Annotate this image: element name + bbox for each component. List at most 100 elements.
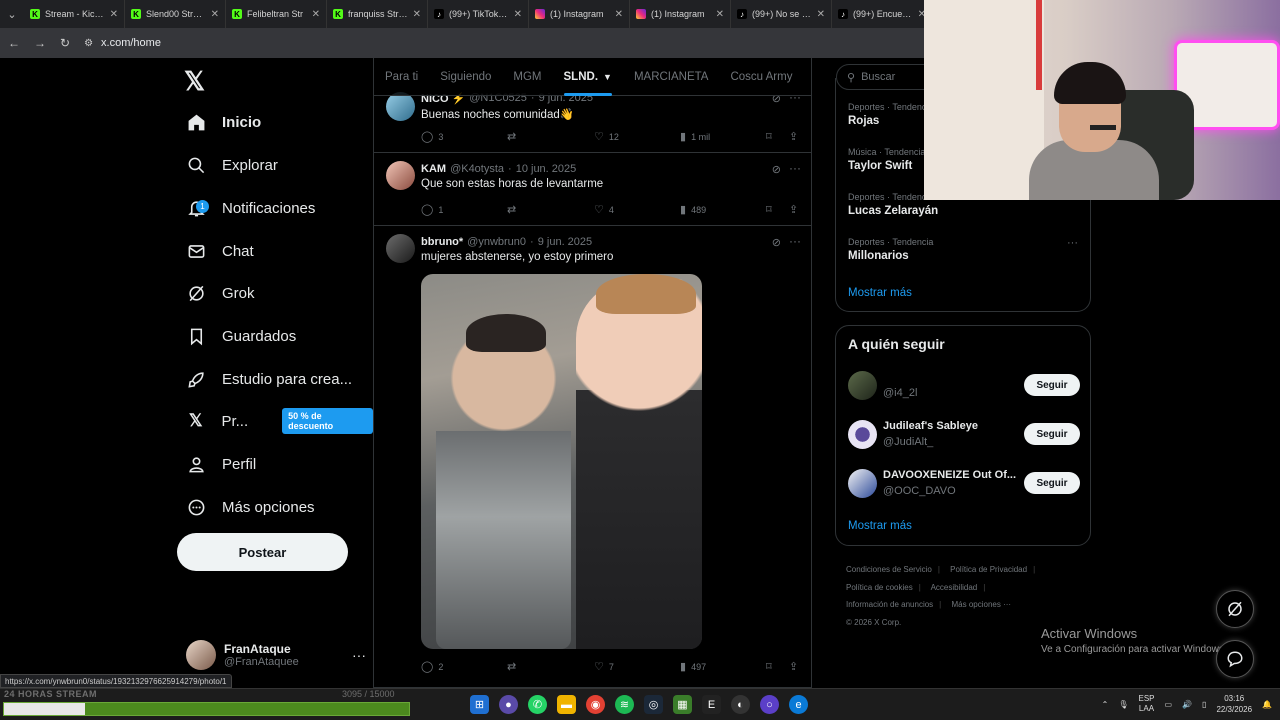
follow-suggestion[interactable]: Judileaf's Sableye @JudiAlt_ Seguir [848, 418, 1080, 452]
tab-mgm[interactable]: MGM [502, 58, 552, 96]
tab-para-ti[interactable]: Para ti [374, 58, 429, 96]
post-photo[interactable] [421, 274, 702, 649]
notification-bell-icon[interactable]: 🔔 [1262, 700, 1272, 709]
file-explorer-icon[interactable]: ▬ [557, 695, 576, 714]
share-button[interactable]: ⇪ [789, 203, 798, 216]
reply-button[interactable]: ◯ 2 [421, 660, 443, 673]
close-icon[interactable]: ✕ [615, 9, 623, 20]
site-info-icon[interactable]: ⚙ [84, 38, 93, 49]
reload-icon[interactable]: ↻ [60, 36, 70, 50]
close-icon[interactable]: ✕ [716, 9, 724, 20]
views-button[interactable]: ▮ 489 [680, 203, 706, 216]
clock[interactable]: 03:16 22/3/2026 [1216, 693, 1252, 715]
tab-coscu-army[interactable]: Coscu Army [719, 58, 803, 96]
account-switcher[interactable]: FranAtaque @FranAtaquee ··· [186, 638, 366, 672]
footer-link[interactable]: Más opciones ··· [951, 600, 1011, 609]
browser-tab[interactable]: ♪ (99+) TikTok - N ✕ [428, 0, 529, 28]
bookmark-button[interactable]: ⌑ [766, 130, 772, 143]
more-dots-icon[interactable]: ··· [789, 234, 801, 248]
grok-icon[interactable]: ⊘ [772, 236, 781, 249]
browser-tab[interactable]: (1) Instagram ✕ [529, 0, 630, 28]
reply-button[interactable]: ◯ 3 [421, 130, 443, 143]
grok-icon[interactable]: ⊘ [772, 163, 781, 176]
windows-start-icon[interactable]: ⊞ [470, 695, 489, 714]
repost-button[interactable]: ⇄ [507, 130, 516, 143]
like-button[interactable]: ♡ 12 [594, 130, 619, 143]
browser-tab[interactable]: K Stream - Kick D ✕ [24, 0, 125, 28]
nav-item-chat[interactable]: Chat [186, 233, 254, 269]
author-handle[interactable]: @ynwbrun0 [467, 236, 526, 248]
battery-icon[interactable]: ▯ [1202, 700, 1206, 709]
url-text[interactable]: x.com/home [101, 37, 161, 49]
tab-siguiendo[interactable]: Siguiendo [429, 58, 502, 96]
language-indicator[interactable]: ESP LAA [1138, 694, 1154, 714]
avatar[interactable] [848, 420, 877, 449]
follow-suggestion[interactable]: DAVOOXENEIZE Out Of... @OOC_DAVO Seguir [848, 467, 1080, 501]
steam-icon[interactable]: ◎ [644, 695, 663, 714]
show-more-trends-link[interactable]: Mostrar más [848, 287, 912, 299]
footer-link[interactable]: Política de cookies [846, 583, 913, 592]
post[interactable]: KAM @K4otysta · 10 jun. 2025 ⊘ ··· Que s… [374, 153, 811, 226]
app-icon[interactable]: ○ [760, 695, 779, 714]
chevron-up-icon[interactable]: ⌃ [1102, 700, 1109, 709]
volume-icon[interactable]: 🔊 [1182, 700, 1192, 709]
post[interactable]: bbruno* @ynwbrun0 · 9 jun. 2025 ⊘ ··· mu… [374, 226, 811, 688]
discord-icon[interactable]: ● [499, 695, 518, 714]
tab-marcianeta[interactable]: MARCIANETA [623, 58, 720, 96]
author-handle[interactable]: @K4otysta [450, 163, 504, 175]
avatar[interactable] [386, 92, 415, 121]
back-icon[interactable]: ← [8, 36, 20, 50]
footer-link[interactable]: Información de anuncios [846, 600, 933, 609]
more-dots-icon[interactable]: ··· [789, 161, 801, 175]
x-logo-icon[interactable]: 𝕏 [184, 66, 205, 97]
share-button[interactable]: ⇪ [789, 660, 798, 673]
reply-button[interactable]: ◯ 1 [421, 203, 443, 216]
follow-button[interactable]: Seguir [1024, 374, 1080, 396]
like-button[interactable]: ♡ 4 [594, 203, 614, 216]
close-icon[interactable]: ✕ [413, 9, 421, 20]
nav-item-perfil[interactable]: Perfil [186, 446, 256, 482]
close-icon[interactable]: ✕ [110, 9, 118, 20]
spotify-icon[interactable]: ≋ [615, 695, 634, 714]
chat-floating-button[interactable] [1216, 640, 1254, 678]
author-name[interactable]: KAM [421, 163, 446, 175]
edge-icon[interactable]: e [789, 695, 808, 714]
views-button[interactable]: ▮ 1 mil [680, 130, 710, 143]
more-dots-icon[interactable]: ··· [352, 647, 366, 663]
browser-tab[interactable]: ♪ (99+) Encuentr ✕ [832, 0, 933, 28]
more-dots-icon[interactable]: ··· [1067, 237, 1078, 249]
post-date[interactable]: 10 jun. 2025 [516, 163, 577, 175]
close-icon[interactable]: ✕ [312, 9, 320, 20]
minecraft-icon[interactable]: ▦ [673, 695, 692, 714]
network-icon[interactable]: ▭ [1165, 700, 1173, 709]
obs-icon[interactable]: ◐ [731, 695, 750, 714]
avatar[interactable] [848, 469, 877, 498]
show-more-follow-link[interactable]: Mostrar más [848, 520, 912, 532]
avatar[interactable] [386, 161, 415, 190]
browser-tab[interactable]: K Slend00 Stream ✕ [125, 0, 226, 28]
close-icon[interactable]: ✕ [817, 9, 825, 20]
nav-item-estudio[interactable]: Estudio para crea... [186, 361, 352, 397]
whatsapp-icon[interactable]: ✆ [528, 695, 547, 714]
browser-tab[interactable]: ♪ (99+) No se lo c ✕ [731, 0, 832, 28]
nav-item-grok[interactable]: Grok [186, 275, 255, 311]
bookmark-button[interactable]: ⌑ [766, 203, 772, 216]
chrome-icon[interactable]: ◉ [586, 695, 605, 714]
post-date[interactable]: 9 jun. 2025 [538, 236, 592, 248]
close-icon[interactable]: ✕ [514, 9, 522, 20]
footer-link[interactable]: Accesibilidad [931, 583, 978, 592]
trend-item[interactable]: Deportes · Tendencia Millonarios ··· [848, 237, 1078, 262]
follow-button[interactable]: Seguir [1024, 472, 1080, 494]
browser-tab[interactable]: K Felibeltran Str ✕ [226, 0, 327, 28]
footer-link[interactable]: Condiciones de Servicio [846, 565, 932, 574]
share-button[interactable]: ⇪ [789, 130, 798, 143]
nav-item-premium[interactable]: 𝕏 Pr... 50 % de descuento [186, 403, 373, 439]
like-button[interactable]: ♡ 7 [594, 660, 614, 673]
microphone-icon[interactable]: 🎙 [1118, 700, 1128, 709]
repost-button[interactable]: ⇄ [507, 660, 516, 673]
grok-floating-button[interactable] [1216, 590, 1254, 628]
follow-button[interactable]: Seguir [1024, 423, 1080, 445]
nav-item-inicio[interactable]: Inicio [186, 104, 261, 140]
views-button[interactable]: ▮ 497 [680, 660, 706, 673]
follow-suggestion[interactable]: @i4_2l Seguir [848, 369, 1080, 403]
